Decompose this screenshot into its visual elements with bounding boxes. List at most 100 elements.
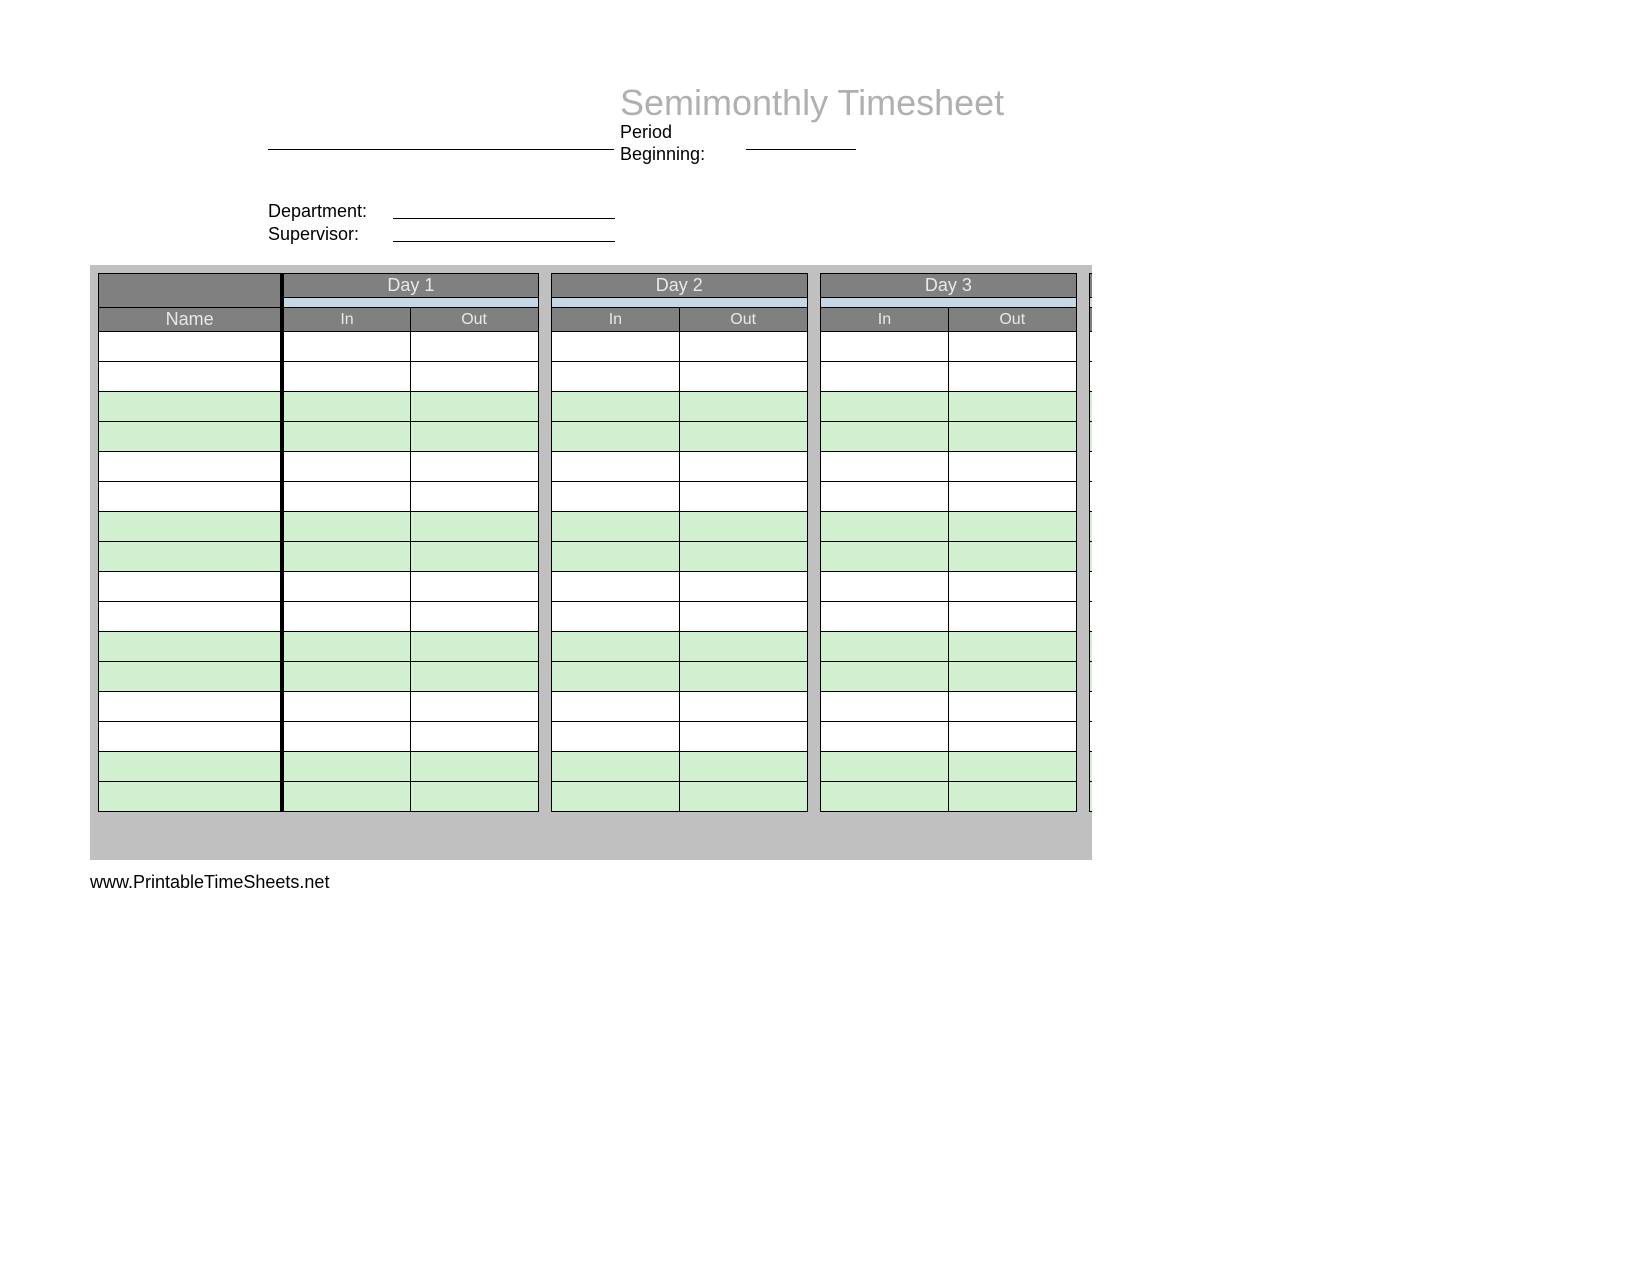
cell-out[interactable] bbox=[410, 512, 538, 542]
cell-name[interactable] bbox=[99, 332, 283, 362]
cell-out[interactable] bbox=[679, 542, 807, 572]
cell-name[interactable] bbox=[99, 422, 283, 452]
cell-out[interactable] bbox=[679, 662, 807, 692]
cell-name[interactable] bbox=[99, 662, 283, 692]
cell-name[interactable] bbox=[99, 362, 283, 392]
cell-out[interactable] bbox=[948, 632, 1076, 662]
cell-out[interactable] bbox=[948, 512, 1076, 542]
cell-out[interactable] bbox=[679, 332, 807, 362]
cell-in[interactable] bbox=[1090, 482, 1092, 512]
cell-in[interactable] bbox=[821, 332, 949, 362]
cell-in[interactable] bbox=[551, 362, 679, 392]
period-underline[interactable] bbox=[746, 149, 856, 150]
cell-in[interactable] bbox=[821, 422, 949, 452]
cell-in[interactable] bbox=[551, 512, 679, 542]
cell-in[interactable] bbox=[1090, 572, 1092, 602]
cell-out[interactable] bbox=[948, 782, 1076, 812]
cell-out[interactable] bbox=[948, 332, 1076, 362]
cell-in[interactable] bbox=[821, 692, 949, 722]
cell-out[interactable] bbox=[948, 482, 1076, 512]
cell-in[interactable] bbox=[551, 572, 679, 602]
cell-out[interactable] bbox=[410, 422, 538, 452]
cell-out[interactable] bbox=[948, 752, 1076, 782]
cell-in[interactable] bbox=[1090, 662, 1092, 692]
cell-name[interactable] bbox=[99, 602, 283, 632]
cell-in[interactable] bbox=[821, 632, 949, 662]
cell-in[interactable] bbox=[821, 542, 949, 572]
cell-in[interactable] bbox=[282, 482, 410, 512]
cell-out[interactable] bbox=[679, 392, 807, 422]
cell-out[interactable] bbox=[679, 752, 807, 782]
cell-in[interactable] bbox=[282, 632, 410, 662]
cell-in[interactable] bbox=[821, 512, 949, 542]
cell-name[interactable] bbox=[99, 782, 283, 812]
cell-out[interactable] bbox=[679, 452, 807, 482]
cell-name[interactable] bbox=[99, 722, 283, 752]
cell-out[interactable] bbox=[679, 422, 807, 452]
cell-in[interactable] bbox=[1090, 722, 1092, 752]
cell-in[interactable] bbox=[1090, 512, 1092, 542]
cell-in[interactable] bbox=[1090, 392, 1092, 422]
cell-in[interactable] bbox=[821, 662, 949, 692]
cell-name[interactable] bbox=[99, 482, 283, 512]
cell-in[interactable] bbox=[551, 782, 679, 812]
cell-out[interactable] bbox=[410, 662, 538, 692]
cell-in[interactable] bbox=[551, 332, 679, 362]
cell-in[interactable] bbox=[282, 362, 410, 392]
cell-out[interactable] bbox=[679, 362, 807, 392]
cell-out[interactable] bbox=[410, 362, 538, 392]
cell-name[interactable] bbox=[99, 452, 283, 482]
cell-in[interactable] bbox=[551, 542, 679, 572]
cell-out[interactable] bbox=[679, 632, 807, 662]
department-underline[interactable] bbox=[393, 218, 615, 219]
cell-in[interactable] bbox=[282, 572, 410, 602]
cell-out[interactable] bbox=[948, 722, 1076, 752]
cell-out[interactable] bbox=[410, 692, 538, 722]
cell-in[interactable] bbox=[1090, 332, 1092, 362]
cell-name[interactable] bbox=[99, 692, 283, 722]
cell-in[interactable] bbox=[551, 662, 679, 692]
cell-out[interactable] bbox=[410, 602, 538, 632]
cell-in[interactable] bbox=[551, 632, 679, 662]
cell-in[interactable] bbox=[551, 392, 679, 422]
cell-in[interactable] bbox=[1090, 542, 1092, 572]
cell-out[interactable] bbox=[410, 782, 538, 812]
cell-out[interactable] bbox=[410, 482, 538, 512]
cell-name[interactable] bbox=[99, 752, 283, 782]
cell-out[interactable] bbox=[948, 362, 1076, 392]
cell-in[interactable] bbox=[821, 392, 949, 422]
cell-in[interactable] bbox=[282, 722, 410, 752]
cell-name[interactable] bbox=[99, 572, 283, 602]
cell-out[interactable] bbox=[410, 572, 538, 602]
cell-name[interactable] bbox=[99, 632, 283, 662]
cell-out[interactable] bbox=[410, 722, 538, 752]
cell-in[interactable] bbox=[821, 572, 949, 602]
cell-in[interactable] bbox=[821, 722, 949, 752]
cell-in[interactable] bbox=[821, 752, 949, 782]
cell-out[interactable] bbox=[948, 662, 1076, 692]
cell-in[interactable] bbox=[821, 602, 949, 632]
cell-out[interactable] bbox=[679, 572, 807, 602]
cell-out[interactable] bbox=[948, 572, 1076, 602]
cell-out[interactable] bbox=[410, 752, 538, 782]
cell-in[interactable] bbox=[551, 722, 679, 752]
cell-in[interactable] bbox=[821, 782, 949, 812]
cell-in[interactable] bbox=[282, 452, 410, 482]
supervisor-underline[interactable] bbox=[393, 241, 615, 242]
cell-out[interactable] bbox=[948, 422, 1076, 452]
cell-in[interactable] bbox=[1090, 632, 1092, 662]
cell-in[interactable] bbox=[1090, 752, 1092, 782]
cell-in[interactable] bbox=[551, 422, 679, 452]
cell-out[interactable] bbox=[948, 602, 1076, 632]
cell-in[interactable] bbox=[282, 752, 410, 782]
cell-in[interactable] bbox=[282, 662, 410, 692]
cell-out[interactable] bbox=[410, 542, 538, 572]
cell-in[interactable] bbox=[551, 452, 679, 482]
cell-out[interactable] bbox=[948, 692, 1076, 722]
cell-out[interactable] bbox=[679, 782, 807, 812]
cell-out[interactable] bbox=[679, 482, 807, 512]
cell-in[interactable] bbox=[282, 782, 410, 812]
cell-out[interactable] bbox=[948, 542, 1076, 572]
cell-out[interactable] bbox=[679, 692, 807, 722]
cell-out[interactable] bbox=[410, 632, 538, 662]
